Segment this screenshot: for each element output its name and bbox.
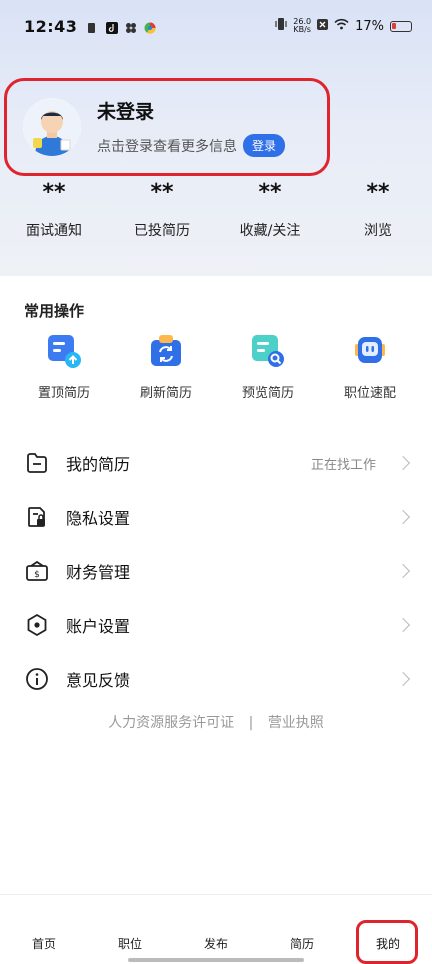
stat-interview[interactable]: ** 面试通知 [4, 178, 104, 240]
login-button[interactable]: 登录 [243, 134, 286, 157]
profile-text: 未登录 点击登录查看更多信息 登录 [97, 97, 286, 157]
menu-label: 隐私设置 [66, 509, 131, 528]
battery-percent: 17% [355, 18, 384, 34]
tab-me-highlight [356, 920, 418, 964]
quick-action-preview-resume[interactable]: 预览简历 [218, 332, 318, 401]
preview-resume-icon [249, 332, 287, 370]
quick-action-label: 刷新简历 [139, 386, 192, 401]
quick-action-label: 预览简历 [241, 386, 294, 401]
stat-value: ** [366, 180, 390, 205]
stat-value: ** [150, 180, 174, 205]
stat-label: 已投简历 [134, 223, 190, 239]
stat-value: ** [42, 180, 66, 205]
footer-links: 人力资源服务许可证 | 营业执照 [0, 712, 432, 732]
menu-right [376, 509, 411, 525]
stat-label: 浏览 [364, 223, 392, 239]
home-indicator[interactable] [128, 958, 304, 962]
menu-item-my-resume[interactable]: 我的简历 正在找工作 [0, 436, 432, 490]
menu-item-feedback[interactable]: 意见反馈 [0, 652, 432, 706]
menu-right [376, 617, 411, 633]
business-license-link[interactable]: 营业执照 [268, 715, 324, 731]
menu-label: 意见反馈 [66, 671, 131, 690]
chevron-right-icon [395, 617, 411, 633]
refresh-resume-icon [147, 332, 185, 370]
menu-right [376, 563, 411, 579]
menu-label: 我的简历 [66, 455, 131, 474]
login-profile-card[interactable]: 未登录 点击登录查看更多信息 登录 [4, 78, 330, 176]
menu-label: 财务管理 [66, 563, 131, 582]
quick-action-pin-resume[interactable]: 置顶简历 [14, 332, 114, 401]
browser-icon [144, 20, 156, 34]
stats-row: ** 面试通知 ** 已投简历 ** 收藏/关注 ** 浏览 [0, 178, 432, 258]
app-icon [125, 20, 137, 33]
avatar[interactable] [23, 98, 81, 156]
chevron-right-icon [395, 671, 411, 687]
quick-actions-section: 常用操作 置顶简历 刷新简历 预览简历 职位速配 [0, 276, 432, 416]
job-status-text: 正在找工作 [310, 457, 376, 473]
tab-jobs[interactable]: 职位 [100, 935, 160, 952]
settings-menu: 我的简历 正在找工作 隐私设置 $ 财务管理 账户设置 意见反馈 [0, 436, 432, 706]
quick-actions-title: 常用操作 [24, 302, 85, 320]
settings-hexagon-icon [24, 612, 50, 638]
stat-label: 面试通知 [26, 223, 82, 239]
battery-icon [390, 20, 412, 32]
quick-action-label: 职位速配 [343, 386, 396, 401]
stat-value: ** [258, 180, 282, 205]
status-right: 26.0 KB/s 17% [275, 17, 412, 35]
footer-separator: | [248, 715, 254, 731]
tab-resume[interactable]: 简历 [272, 935, 332, 952]
menu-item-account[interactable]: 账户设置 [0, 598, 432, 652]
status-notification-icons [87, 20, 156, 34]
menu-item-privacy[interactable]: 隐私设置 [0, 490, 432, 544]
stat-views[interactable]: ** 浏览 [328, 178, 428, 240]
svg-text:$: $ [34, 570, 40, 580]
license-link[interactable]: 人力资源服务许可证 [108, 715, 234, 731]
stat-favorites[interactable]: ** 收藏/关注 [220, 178, 320, 240]
stat-label: 收藏/关注 [239, 223, 301, 239]
chevron-right-icon [395, 509, 411, 525]
wifi-icon [334, 18, 349, 34]
vibrate-icon [275, 17, 287, 35]
profile-title: 未登录 [97, 101, 155, 123]
resume-folder-icon [24, 450, 50, 476]
quick-action-refresh-resume[interactable]: 刷新简历 [116, 332, 216, 401]
stat-applied[interactable]: ** 已投简历 [112, 178, 212, 240]
quick-action-label: 置顶简历 [37, 386, 90, 401]
sim-icon [87, 20, 99, 33]
menu-item-finance[interactable]: $ 财务管理 [0, 544, 432, 598]
status-time: 12:43 [24, 16, 78, 36]
menu-label: 账户设置 [66, 617, 131, 636]
wallet-icon: $ [24, 558, 50, 584]
tab-publish[interactable]: 发布 [186, 935, 246, 952]
chevron-right-icon [395, 563, 411, 579]
data-off-icon [317, 18, 329, 34]
profile-subtitle: 点击登录查看更多信息 [97, 138, 237, 155]
job-match-icon [351, 332, 389, 370]
privacy-lock-icon [24, 504, 50, 530]
quick-action-job-match[interactable]: 职位速配 [320, 332, 420, 401]
chevron-right-icon [395, 455, 411, 471]
tab-home[interactable]: 首页 [14, 935, 74, 952]
menu-right [376, 671, 411, 687]
menu-right: 正在找工作 [310, 454, 411, 473]
info-icon [24, 666, 50, 692]
profile-subtitle-row: 点击登录查看更多信息 登录 [97, 134, 286, 157]
network-speed: 26.0 KB/s [293, 17, 312, 34]
status-bar: 12:43 26.0 KB/s 17% [0, 0, 432, 52]
tiktok-icon [106, 20, 119, 34]
pin-resume-icon [45, 332, 83, 370]
